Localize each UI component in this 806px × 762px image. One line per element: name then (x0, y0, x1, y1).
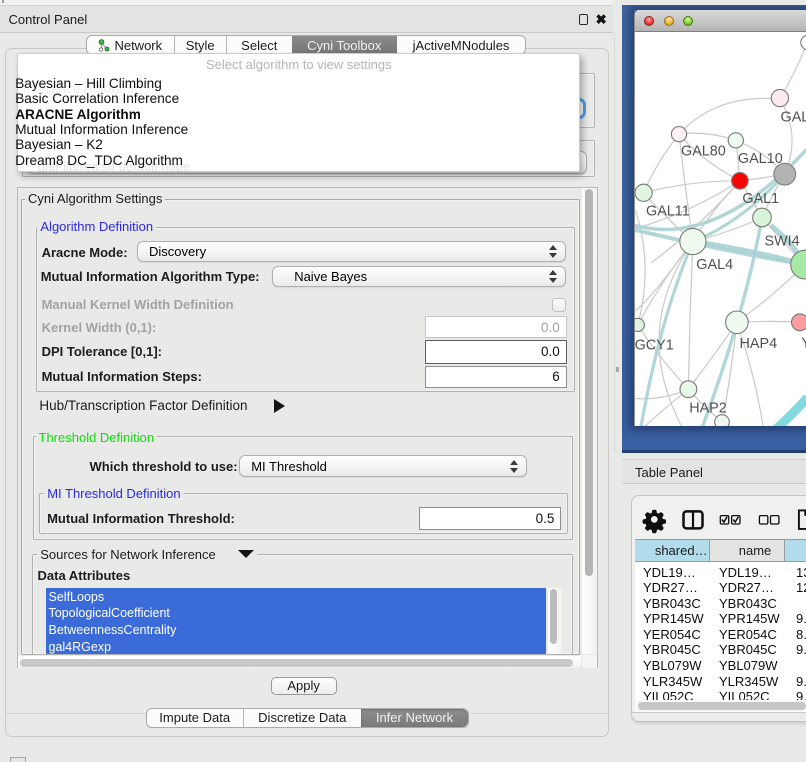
svg-text:YM: YM (801, 335, 806, 351)
svg-text:GAL10: GAL10 (737, 151, 782, 167)
svg-text:GAL1: GAL1 (742, 191, 779, 207)
svg-text:GAL11: GAL11 (646, 203, 690, 219)
svg-text:HAP2: HAP2 (689, 400, 727, 416)
svg-text:GAL80: GAL80 (681, 143, 726, 159)
svg-text:GCY1: GCY1 (635, 337, 674, 353)
svg-text:HAP4: HAP4 (739, 336, 777, 352)
svg-text:GAL4: GAL4 (696, 257, 733, 273)
svg-text:SWI4: SWI4 (764, 233, 799, 249)
svg-text:GAL2: GAL2 (780, 109, 806, 125)
